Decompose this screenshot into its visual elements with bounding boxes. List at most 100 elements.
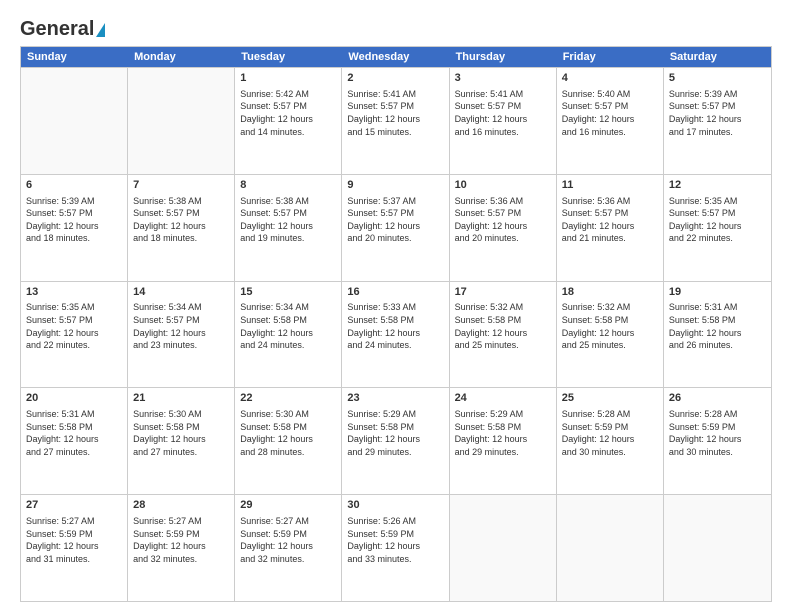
calendar-cell: 16Sunrise: 5:33 AMSunset: 5:58 PMDayligh… [342, 282, 449, 388]
calendar-cell [664, 495, 771, 601]
day-info: Sunrise: 5:35 AMSunset: 5:57 PMDaylight:… [26, 301, 122, 351]
calendar-cell: 29 Sunrise: 5:27 AMSunset: 5:59 PMDayligh… [235, 495, 342, 601]
day-info: Sunrise: 5:35 AMSunset: 5:57 PMDaylight:… [669, 195, 766, 245]
calendar-row-1: 1Sunrise: 5:42 AMSunset: 5:57 PMDaylight… [21, 67, 771, 174]
day-number: 28 [133, 498, 229, 513]
day-info: Sunrise: 5:39 AMSunset: 5:57 PMDaylight:… [26, 195, 122, 245]
logo-triangle-icon [96, 23, 105, 37]
calendar-cell [557, 495, 664, 601]
day-info: Sunrise: 5:32 AMSunset: 5:58 PMDaylight:… [562, 301, 658, 351]
calendar-cell: 12 Sunrise: 5:35 AMSunset: 5:57 PMDayligh… [664, 175, 771, 281]
day-info: Sunrise: 5:38 AMSunset: 5:57 PMDaylight:… [133, 195, 229, 245]
header-day-monday: Monday [128, 47, 235, 67]
calendar-body: 1Sunrise: 5:42 AMSunset: 5:57 PMDaylight… [21, 67, 771, 601]
header-day-friday: Friday [557, 47, 664, 67]
day-info: Sunrise: 5:36 AMSunset: 5:57 PMDaylight:… [562, 195, 658, 245]
day-info: Sunrise: 5:28 AMSunset: 5:59 PMDaylight:… [669, 408, 766, 458]
day-number: 17 [455, 285, 551, 300]
calendar-cell: 2 Sunrise: 5:41 AMSunset: 5:57 PMDaylight… [342, 68, 449, 174]
calendar-cell: 11 Sunrise: 5:36 AMSunset: 5:57 PMDayligh… [557, 175, 664, 281]
logo-text: General [20, 18, 105, 40]
calendar-cell: 10 Sunrise: 5:36 AMSunset: 5:57 PMDayligh… [450, 175, 557, 281]
day-info: Sunrise: 5:36 AMSunset: 5:57 PMDaylight:… [455, 195, 551, 245]
calendar-cell: 8Sunrise: 5:38 AMSunset: 5:57 PMDaylight… [235, 175, 342, 281]
day-info: Sunrise: 5:34 AMSunset: 5:58 PMDaylight:… [240, 301, 336, 351]
calendar-cell: 15Sunrise: 5:34 AMSunset: 5:58 PMDayligh… [235, 282, 342, 388]
calendar-row-2: 6 Sunrise: 5:39 AMSunset: 5:57 PMDaylight… [21, 174, 771, 281]
day-number: 18 [562, 285, 658, 300]
calendar-cell: 9 Sunrise: 5:37 AMSunset: 5:57 PMDaylight… [342, 175, 449, 281]
day-info: Sunrise: 5:41 AMSunset: 5:57 PMDaylight:… [455, 88, 551, 138]
calendar-cell [128, 68, 235, 174]
day-number: 21 [133, 391, 229, 406]
day-info: Sunrise: 5:27 AMSunset: 5:59 PMDaylight:… [133, 515, 229, 565]
day-info: Sunrise: 5:42 AMSunset: 5:57 PMDaylight:… [240, 88, 336, 138]
calendar-cell: 5 Sunrise: 5:39 AMSunset: 5:57 PMDaylight… [664, 68, 771, 174]
day-number: 9 [347, 178, 443, 193]
day-number: 5 [669, 71, 766, 86]
day-info: Sunrise: 5:34 AMSunset: 5:57 PMDaylight:… [133, 301, 229, 351]
calendar-cell: 19Sunrise: 5:31 AMSunset: 5:58 PMDayligh… [664, 282, 771, 388]
header: General [20, 18, 772, 38]
calendar-cell: 6 Sunrise: 5:39 AMSunset: 5:57 PMDaylight… [21, 175, 128, 281]
calendar-cell: 23Sunrise: 5:29 AMSunset: 5:58 PMDayligh… [342, 388, 449, 494]
header-day-saturday: Saturday [664, 47, 771, 67]
day-number: 26 [669, 391, 766, 406]
day-number: 10 [455, 178, 551, 193]
calendar-row-4: 20Sunrise: 5:31 AMSunset: 5:58 PMDayligh… [21, 387, 771, 494]
day-info: Sunrise: 5:26 AMSunset: 5:59 PMDaylight:… [347, 515, 443, 565]
day-info: Sunrise: 5:27 AMSunset: 5:59 PMDaylight:… [240, 515, 336, 565]
calendar-cell: 24Sunrise: 5:29 AMSunset: 5:58 PMDayligh… [450, 388, 557, 494]
calendar-cell [450, 495, 557, 601]
day-number: 14 [133, 285, 229, 300]
day-number: 29 [240, 498, 336, 513]
day-info: Sunrise: 5:28 AMSunset: 5:59 PMDaylight:… [562, 408, 658, 458]
day-number: 7 [133, 178, 229, 193]
day-info: Sunrise: 5:27 AMSunset: 5:59 PMDaylight:… [26, 515, 122, 565]
day-number: 3 [455, 71, 551, 86]
day-info: Sunrise: 5:29 AMSunset: 5:58 PMDaylight:… [347, 408, 443, 458]
day-number: 11 [562, 178, 658, 193]
day-number: 12 [669, 178, 766, 193]
day-info: Sunrise: 5:30 AMSunset: 5:58 PMDaylight:… [240, 408, 336, 458]
day-number: 8 [240, 178, 336, 193]
calendar-row-5: 27 Sunrise: 5:27 AMSunset: 5:59 PMDayligh… [21, 494, 771, 601]
day-number: 22 [240, 391, 336, 406]
page: General SundayMondayTuesdayWednesdayThur… [0, 0, 792, 612]
day-info: Sunrise: 5:41 AMSunset: 5:57 PMDaylight:… [347, 88, 443, 138]
day-number: 2 [347, 71, 443, 86]
header-day-thursday: Thursday [450, 47, 557, 67]
calendar-cell: 13Sunrise: 5:35 AMSunset: 5:57 PMDayligh… [21, 282, 128, 388]
calendar-cell: 3 Sunrise: 5:41 AMSunset: 5:57 PMDaylight… [450, 68, 557, 174]
day-number: 25 [562, 391, 658, 406]
day-info: Sunrise: 5:33 AMSunset: 5:58 PMDaylight:… [347, 301, 443, 351]
calendar-cell: 7 Sunrise: 5:38 AMSunset: 5:57 PMDaylight… [128, 175, 235, 281]
calendar-header: SundayMondayTuesdayWednesdayThursdayFrid… [21, 47, 771, 67]
header-day-sunday: Sunday [21, 47, 128, 67]
calendar-cell: 22 Sunrise: 5:30 AMSunset: 5:58 PMDayligh… [235, 388, 342, 494]
day-number: 20 [26, 391, 122, 406]
day-info: Sunrise: 5:37 AMSunset: 5:57 PMDaylight:… [347, 195, 443, 245]
calendar-cell [21, 68, 128, 174]
calendar-cell: 25 Sunrise: 5:28 AMSunset: 5:59 PMDayligh… [557, 388, 664, 494]
day-info: Sunrise: 5:39 AMSunset: 5:57 PMDaylight:… [669, 88, 766, 138]
day-number: 30 [347, 498, 443, 513]
day-number: 15 [240, 285, 336, 300]
calendar-cell: 21Sunrise: 5:30 AMSunset: 5:58 PMDayligh… [128, 388, 235, 494]
day-number: 27 [26, 498, 122, 513]
calendar-cell: 28 Sunrise: 5:27 AMSunset: 5:59 PMDayligh… [128, 495, 235, 601]
day-number: 6 [26, 178, 122, 193]
calendar-cell: 17Sunrise: 5:32 AMSunset: 5:58 PMDayligh… [450, 282, 557, 388]
calendar-cell: 30 Sunrise: 5:26 AMSunset: 5:59 PMDayligh… [342, 495, 449, 601]
calendar-cell: 20Sunrise: 5:31 AMSunset: 5:58 PMDayligh… [21, 388, 128, 494]
day-number: 13 [26, 285, 122, 300]
day-info: Sunrise: 5:40 AMSunset: 5:57 PMDaylight:… [562, 88, 658, 138]
day-number: 19 [669, 285, 766, 300]
calendar-cell: 14Sunrise: 5:34 AMSunset: 5:57 PMDayligh… [128, 282, 235, 388]
calendar-cell: 27 Sunrise: 5:27 AMSunset: 5:59 PMDayligh… [21, 495, 128, 601]
day-info: Sunrise: 5:32 AMSunset: 5:58 PMDaylight:… [455, 301, 551, 351]
calendar-cell: 1Sunrise: 5:42 AMSunset: 5:57 PMDaylight… [235, 68, 342, 174]
day-info: Sunrise: 5:31 AMSunset: 5:58 PMDaylight:… [669, 301, 766, 351]
header-day-wednesday: Wednesday [342, 47, 449, 67]
calendar-cell: 26 Sunrise: 5:28 AMSunset: 5:59 PMDayligh… [664, 388, 771, 494]
